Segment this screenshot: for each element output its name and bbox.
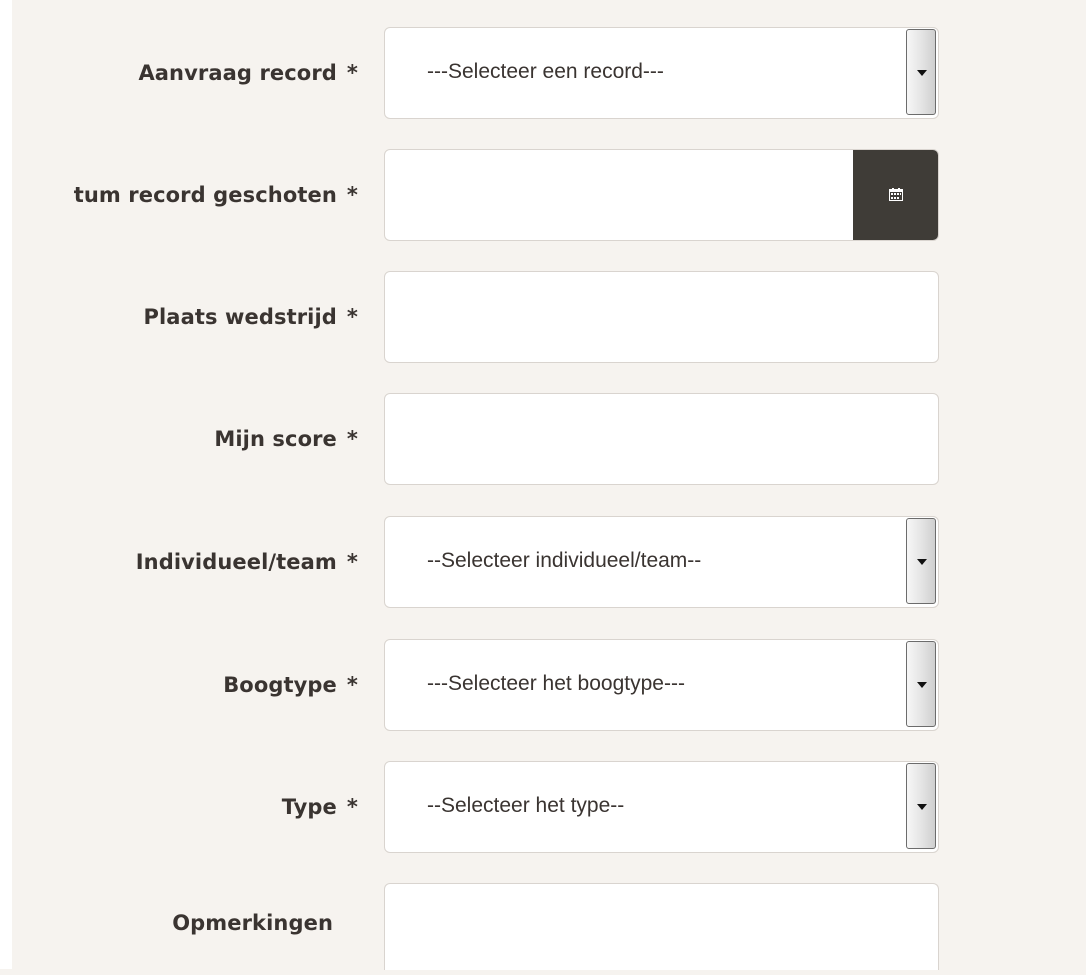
chevron-down-icon: [917, 804, 927, 810]
label-text: Mijn score: [214, 427, 337, 451]
required-marker: *: [346, 673, 358, 697]
form-row-individueel-team: Individueel/team * --Selecteer individuee…: [0, 516, 1086, 608]
field-label: Individueel/team *: [136, 516, 358, 608]
field-label: Opmerkingen: [172, 883, 333, 963]
select-value: ---Selecteer het boogtype---: [427, 672, 685, 695]
boogtype-select[interactable]: ---Selecteer het boogtype---: [384, 639, 939, 731]
label-text: Plaats wedstrijd: [143, 305, 337, 329]
field-label: Boogtype *: [223, 639, 358, 731]
label-text: tum record geschoten: [73, 183, 337, 207]
label-text: Type: [281, 795, 337, 819]
form-row-boogtype: Boogtype * ---Selecteer het boogtype---: [0, 639, 1086, 731]
label-text: Boogtype: [223, 673, 337, 697]
required-marker: *: [346, 183, 358, 207]
aanvraag-record-select[interactable]: ---Selecteer een record---: [384, 27, 939, 119]
select-value: --Selecteer het type--: [427, 794, 625, 817]
mijn-score-input[interactable]: [385, 394, 938, 484]
field-label: Plaats wedstrijd *: [144, 271, 358, 363]
record-request-form: Aanvraag record * ---Selecteer een record…: [0, 0, 1086, 970]
field-label: Aanvraag record *: [138, 27, 358, 119]
chevron-down-icon: [917, 682, 927, 688]
chevron-down-icon: [917, 70, 927, 76]
label-text: Individueel/team: [135, 550, 337, 574]
plaats-wedstrijd-input[interactable]: [385, 272, 938, 362]
form-row-datum-record: tum record geschoten *: [0, 149, 1086, 241]
date-picker-button[interactable]: [853, 150, 938, 240]
required-marker: *: [346, 795, 358, 819]
type-select[interactable]: --Selecteer het type--: [384, 761, 939, 853]
field-label: Type *: [282, 761, 358, 853]
label-text: Aanvraag record: [138, 61, 337, 85]
form-row-opmerkingen: Opmerkingen: [0, 883, 1086, 975]
select-value: ---Selecteer een record---: [427, 60, 664, 83]
datum-record-input[interactable]: [385, 150, 853, 240]
required-marker: *: [346, 427, 358, 451]
select-dropdown-button[interactable]: [906, 763, 936, 849]
form-row-plaats-wedstrijd: Plaats wedstrijd *: [0, 271, 1086, 363]
calendar-icon: [889, 188, 903, 201]
mijn-score-field: [384, 393, 939, 485]
field-label: Mijn score *: [214, 393, 358, 485]
select-dropdown-button[interactable]: [906, 641, 936, 727]
label-text: Opmerkingen: [172, 911, 333, 935]
required-marker: *: [346, 305, 358, 329]
field-label: tum record geschoten *: [74, 149, 358, 241]
individueel-team-select[interactable]: --Selecteer individueel/team--: [384, 516, 939, 608]
form-row-mijn-score: Mijn score *: [0, 393, 1086, 485]
select-dropdown-button[interactable]: [906, 518, 936, 604]
form-row-aanvraag-record: Aanvraag record * ---Selecteer een record…: [0, 27, 1086, 119]
required-marker: *: [346, 550, 358, 574]
select-value: --Selecteer individueel/team--: [427, 549, 702, 572]
form-row-type: Type * --Selecteer het type--: [0, 761, 1086, 853]
required-marker: *: [346, 61, 358, 85]
select-dropdown-button[interactable]: [906, 29, 936, 115]
opmerkingen-textarea[interactable]: [384, 883, 939, 970]
chevron-down-icon: [917, 559, 927, 565]
plaats-wedstrijd-field: [384, 271, 939, 363]
datum-record-field: [384, 149, 939, 241]
